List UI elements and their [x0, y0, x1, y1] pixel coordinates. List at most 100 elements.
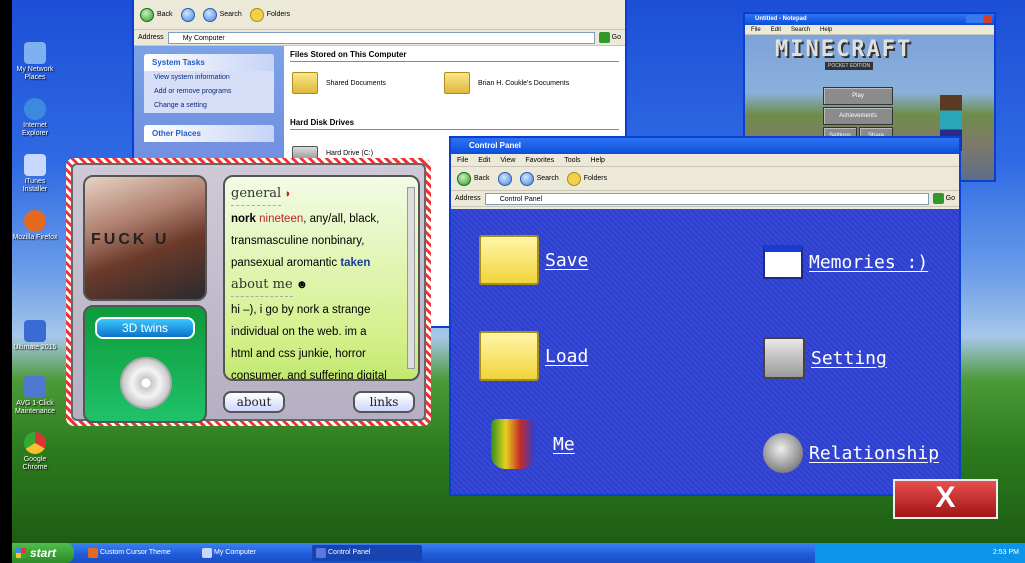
go-icon	[932, 193, 944, 204]
desktop-icon-itunes[interactable]: iTunes Installer	[12, 154, 58, 194]
save-label: Save	[545, 249, 589, 271]
folders-button[interactable]: Folders	[249, 3, 290, 27]
address-input[interactable]: Control Panel	[484, 192, 929, 205]
achievements-button[interactable]: Achievements	[823, 107, 893, 125]
about-line: individual on the web. im a	[231, 326, 367, 338]
cd-icon[interactable]	[120, 357, 172, 409]
folder-icon	[292, 72, 318, 94]
system-tasks-title[interactable]: System Tasks	[144, 54, 274, 71]
notepad-titlebar[interactable]: Untitled - Notepad	[745, 14, 994, 25]
back-button[interactable]: Back	[140, 3, 173, 27]
folder-load-icon	[479, 331, 539, 381]
ghost-icon: ☻	[295, 279, 308, 291]
control-panel-titlebar[interactable]: Control Panel	[451, 138, 959, 154]
setting-item[interactable]: Setting	[763, 337, 887, 379]
relationship-item[interactable]: Relationship	[763, 433, 939, 473]
links-button[interactable]: links	[353, 391, 415, 413]
about-line: hi –), i go by nork a strange	[231, 304, 371, 316]
about-button[interactable]: about	[223, 391, 285, 413]
control-panel-icon	[316, 548, 326, 558]
save-item[interactable]: Save	[479, 235, 588, 285]
desktop-icon-firefox[interactable]: Mozilla Firefox	[12, 210, 58, 242]
music-player: 3D twins	[83, 305, 207, 423]
minecraft-logo: MINECRAFT	[775, 37, 913, 62]
task-change-setting[interactable]: Change a setting	[144, 99, 274, 113]
desktop-icon-label: Internet Explorer	[21, 122, 49, 137]
task-view-system-info[interactable]: View system information	[144, 71, 274, 85]
menu-help[interactable]: Help	[591, 157, 605, 164]
watermelon-icon: ◗	[284, 188, 292, 200]
scrollbar[interactable]	[407, 187, 415, 369]
setting-label: Setting	[811, 347, 887, 369]
back-button[interactable]: Back	[457, 167, 490, 191]
about-line: consumer, and suffering digital	[231, 370, 387, 381]
app-icon	[24, 320, 46, 342]
task-add-remove[interactable]: Add or remove programs	[144, 85, 274, 99]
me-item[interactable]: Me	[491, 419, 575, 469]
profile-inner: FUCK U 3D twins general ◗ nork nineteen,…	[71, 163, 426, 423]
ie-icon	[24, 98, 46, 120]
window-controls-icon[interactable]	[966, 15, 992, 23]
menu-favorites[interactable]: Favorites	[525, 157, 554, 164]
play-button[interactable]: Play	[823, 87, 893, 105]
clock[interactable]: 2:53 PM	[993, 549, 1019, 556]
menu-search[interactable]: Search	[791, 27, 810, 33]
shared-documents-folder[interactable]: Shared Documents	[292, 72, 386, 94]
hdd-header: Hard Disk Drives	[290, 118, 619, 130]
go-button[interactable]: Go	[598, 32, 621, 43]
forward-icon	[180, 7, 195, 22]
control-panel-window: Control Panel File Edit View Favorites Tools…	[449, 136, 961, 496]
desktop-icon-label: AVG 1-Click Maintenance	[14, 400, 56, 415]
load-item[interactable]: Load	[479, 331, 588, 381]
user-documents-folder[interactable]: Brian H. Coukle's Documents	[444, 72, 569, 94]
taskbar-item-my-computer[interactable]: My Computer	[198, 545, 308, 561]
avg-icon	[24, 376, 46, 398]
player-label[interactable]: 3D twins	[95, 317, 195, 339]
folder-save-icon	[479, 235, 539, 285]
go-button[interactable]: Go	[932, 193, 955, 204]
folder-icon	[566, 171, 581, 186]
load-label: Load	[545, 345, 589, 367]
menu-edit[interactable]: Edit	[771, 27, 781, 33]
desktop-icon-avg[interactable]: AVG 1-Click Maintenance	[12, 376, 58, 416]
desktop-icon-chrome[interactable]: Google Chrome	[12, 432, 58, 472]
search-button[interactable]: Search	[202, 3, 242, 27]
forward-button[interactable]	[180, 7, 195, 22]
search-icon	[202, 7, 217, 22]
search-button[interactable]: Search	[519, 167, 559, 191]
menu-edit[interactable]: Edit	[478, 157, 490, 164]
forward-button[interactable]	[497, 171, 512, 186]
mc-address-bar: Address My Computer Go	[134, 30, 625, 46]
close-x-button[interactable]: X	[893, 479, 998, 519]
desktop-icon-ie[interactable]: Internet Explorer	[12, 98, 58, 138]
desktop-icon-label: Google Chrome	[22, 456, 48, 471]
other-places-panel: Other Places	[144, 125, 274, 142]
pencil-cup-icon	[491, 419, 535, 469]
folders-button[interactable]: Folders	[566, 167, 607, 191]
back-icon	[140, 7, 154, 22]
taskbar-item-control-panel[interactable]: Control Panel	[312, 545, 422, 561]
menu-file[interactable]: File	[457, 157, 468, 164]
back-icon	[457, 171, 471, 186]
me-label: Me	[553, 433, 575, 455]
cp-toolbar: Back Search Folders	[451, 167, 959, 191]
memories-item[interactable]: Memories :)	[763, 245, 928, 279]
menu-view[interactable]: View	[500, 157, 515, 164]
desktop-icon-ultimate[interactable]: Ultimate 2015	[12, 320, 58, 352]
address-input[interactable]: My Computer	[167, 31, 595, 44]
menu-help[interactable]: Help	[820, 27, 832, 33]
taskbar-item-cursor-theme[interactable]: Custom Cursor Theme	[84, 545, 194, 561]
menu-tools[interactable]: Tools	[564, 157, 580, 164]
address-label: Address	[138, 34, 164, 41]
network-icon	[24, 42, 46, 64]
menu-file[interactable]: File	[751, 27, 761, 33]
profile-textbox[interactable]: general ◗ nork nineteen, any/all, black,…	[223, 175, 420, 381]
relationship-label: Relationship	[809, 442, 940, 464]
system-tray: 2:53 PM	[815, 543, 1025, 563]
start-button[interactable]: start	[12, 543, 74, 563]
other-places-title[interactable]: Other Places	[144, 125, 274, 142]
general-heading: general	[231, 183, 282, 206]
forward-icon	[497, 171, 512, 186]
drive-label: Hard Drive (C:)	[326, 149, 374, 157]
desktop-icon-network[interactable]: My Network Places	[12, 42, 58, 82]
